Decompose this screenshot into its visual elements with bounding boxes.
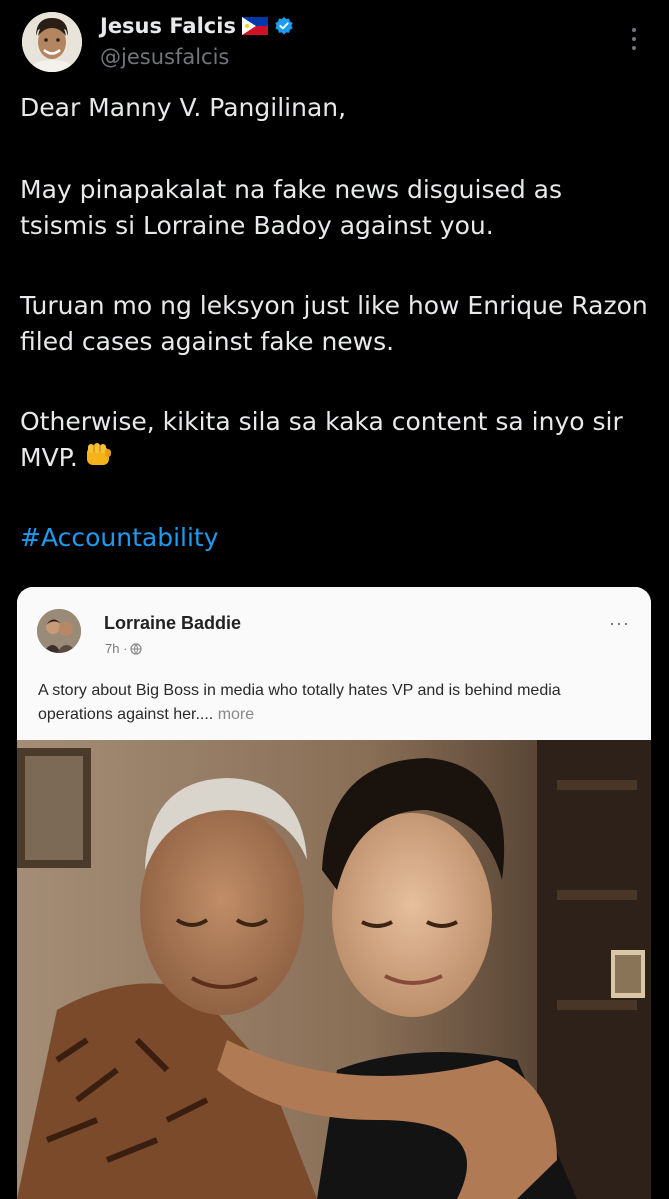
embedded-image-card[interactable]: Lorraine Baddie 7h · ··· A story about B… [17, 587, 651, 1199]
oncoming-fist-icon [86, 443, 111, 465]
avatar-image [22, 12, 82, 72]
globe-icon [130, 643, 143, 655]
verified-badge-icon [275, 16, 293, 35]
embedded-post-photo [17, 740, 651, 1199]
embedded-post-more-link: more [217, 706, 255, 723]
tweet-paragraph: Otherwise, kikita sila sa kaka content s… [20, 404, 650, 476]
more-dot-icon [632, 28, 636, 32]
embedded-post-avatar [37, 609, 81, 653]
author-display-name[interactable]: Jesus Falcis [100, 14, 236, 38]
author-handle[interactable]: @jesusfalcis [100, 45, 229, 69]
embedded-post-time: 7h [105, 641, 120, 656]
philippines-flag-icon [241, 17, 268, 35]
embedded-avatar-image [37, 609, 81, 653]
more-dot-icon [632, 46, 636, 50]
author-avatar[interactable] [22, 12, 82, 72]
author-name-row: Jesus Falcis [100, 14, 294, 38]
hashtag-link[interactable]: #Accountability [20, 520, 219, 556]
embedded-post-author: Lorraine Baddie [104, 613, 242, 633]
embedded-post-header: Lorraine Baddie 7h · ··· A story about B… [17, 587, 651, 740]
embedded-post-options-icon: ··· [609, 613, 630, 633]
more-options-button[interactable] [624, 24, 644, 54]
embedded-post-caption: A story about Big Boss in media who tota… [38, 679, 638, 727]
tweet-paragraph: May pinapakalat na fake news disguised a… [20, 175, 563, 240]
more-dot-icon [632, 37, 636, 41]
embedded-post-caption-text: A story about Big Boss in media who tota… [38, 682, 561, 723]
tweet-paragraph: Turuan mo ng leksyon just like how Enriq… [20, 291, 648, 356]
embedded-post-timestamp: 7h · [105, 641, 143, 656]
tweet-paragraph: Dear Manny V. Pangilinan, [20, 93, 347, 122]
